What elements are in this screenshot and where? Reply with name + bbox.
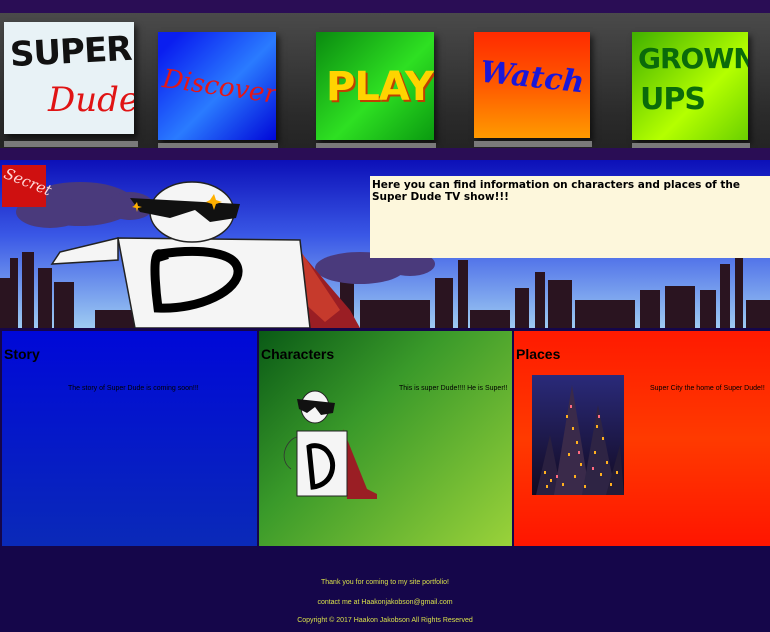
story-title: Story — [4, 346, 40, 362]
footer-thanks: Thank you for coming to my site portfoli… — [321, 579, 449, 586]
nav-divider — [0, 148, 770, 160]
footer-copyright: Copyright © 2017 Haakon Jakobson All Rig… — [297, 617, 473, 624]
nav-home-logo[interactable]: SUPER Dude — [4, 22, 134, 134]
top-strip — [0, 0, 770, 13]
info-text: Here you can find information on charact… — [372, 179, 741, 203]
characters-panel: Characters This is super Dude!!!! He is … — [259, 331, 512, 546]
story-panel: Story The story of Super Dude is coming … — [2, 331, 257, 546]
super-city-image — [532, 375, 624, 495]
logo-word-dude: Dude — [48, 80, 134, 120]
places-panel: Places Super City the home of Super Dude… — [514, 331, 770, 546]
nav-play-label: PLAY — [326, 64, 434, 110]
places-text: Super City the home of Super Dude!! — [650, 385, 765, 392]
story-text: The story of Super Dude is coming soon!!… — [68, 385, 199, 392]
nav-discover-button[interactable]: Discover — [158, 32, 276, 140]
places-title: Places — [516, 346, 561, 362]
info-box: Here you can find information on charact… — [370, 176, 770, 258]
footer-contact: contact me at Haakonjakobson@gmail.com — [317, 599, 453, 606]
nav-watch-label: Watch — [478, 54, 587, 101]
nav-ups-label: UPS — [640, 82, 706, 117]
nav-discover-label: Discover — [160, 64, 276, 110]
characters-text: This is super Dude!!!! He is Super!! — [399, 385, 508, 392]
super-dude-character-image — [283, 390, 377, 499]
characters-title: Characters — [261, 346, 335, 362]
tile-shadow — [4, 141, 138, 147]
footer: Thank you for coming to my site portfoli… — [0, 548, 770, 632]
tile-shadow — [474, 141, 592, 147]
nav-watch-button[interactable]: Watch — [474, 32, 590, 138]
secret-button[interactable]: Secret — [1, 164, 54, 207]
nav-grown-label: GROWN — [638, 42, 748, 75]
nav-grown-ups-button[interactable]: GROWN UPS — [632, 32, 748, 140]
logo-word-super: SUPER — [9, 28, 133, 76]
nav-play-button[interactable]: PLAY — [316, 32, 434, 140]
main-nav: SUPER Dude Discover PLAY Watch GROWN UPS — [0, 13, 770, 156]
